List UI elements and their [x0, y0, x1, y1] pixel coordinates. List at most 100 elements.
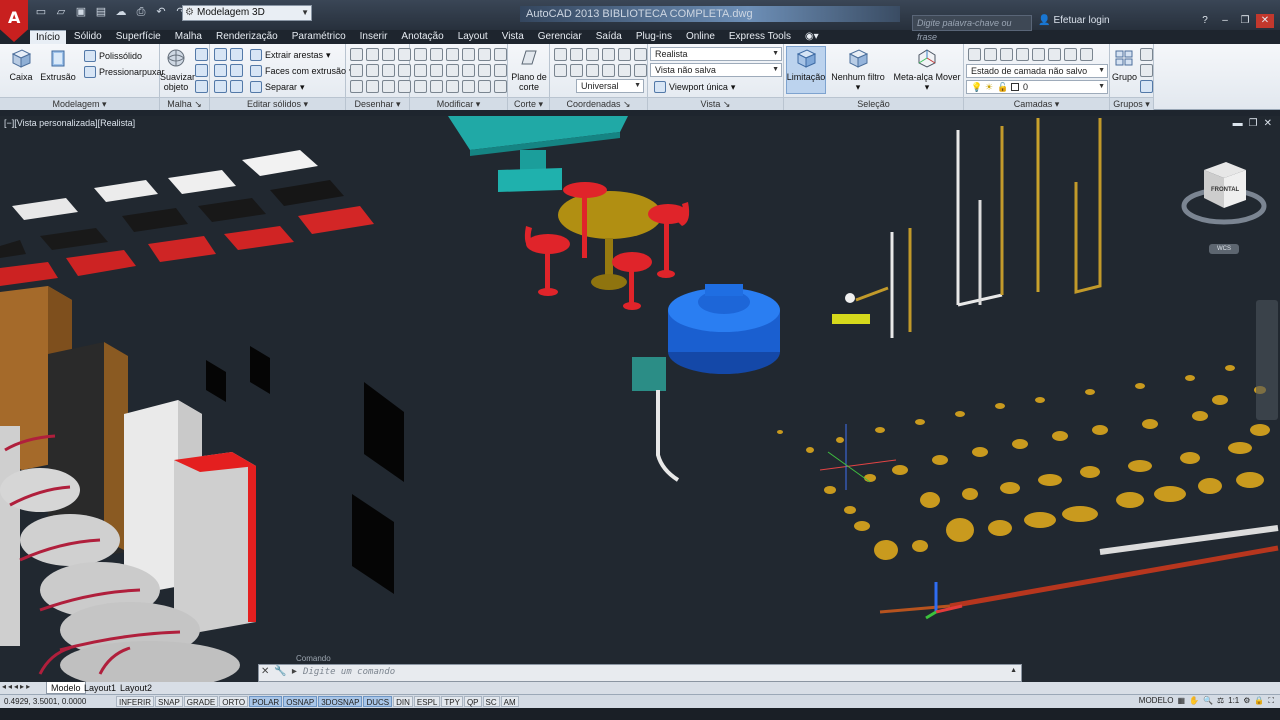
faces-extrusao-button[interactable]: Faces com extrusão ▾ [250, 65, 354, 77]
close-icon[interactable]: ✕ [1256, 14, 1274, 28]
tab-solido[interactable]: Sólido [68, 30, 108, 44]
pressionar-button[interactable]: Pressionarpuxar [84, 66, 165, 78]
chevron-up-icon[interactable]: ▲ [1010, 667, 1017, 674]
maximize-icon[interactable]: ❐ [1249, 118, 1258, 129]
coordinates-readout[interactable]: 0.4929, 3.5001, 0.0000 [4, 697, 86, 706]
wcs-menu[interactable]: WCS [1209, 244, 1239, 254]
polygon-icon[interactable] [350, 80, 363, 93]
panel-title-corte[interactable]: Corte ▾ [508, 97, 549, 110]
status-toggle-3dosnap[interactable]: 3DOSNAP [318, 696, 363, 707]
tab-saida[interactable]: Saída [590, 30, 628, 44]
help-icon[interactable]: ? [1196, 14, 1214, 28]
cloud-icon[interactable]: ☁ [112, 4, 130, 20]
application-menu-button[interactable]: A [0, 0, 28, 42]
tab-renderizacao[interactable]: Renderização [210, 30, 284, 44]
navigation-bar[interactable] [1256, 300, 1278, 420]
ucs-icon[interactable] [554, 48, 567, 61]
erase-icon[interactable] [494, 64, 507, 77]
annotation-scale-value[interactable]: 1:1 [1228, 696, 1239, 706]
pan-icon[interactable]: ✋ [1189, 696, 1199, 706]
thicken-icon[interactable] [230, 80, 243, 93]
edit-icon[interactable] [494, 80, 507, 93]
panel-title-camadas[interactable]: Camadas ▾ [964, 97, 1109, 110]
ungroup-icon[interactable] [1140, 48, 1153, 61]
explode-icon[interactable] [430, 80, 443, 93]
ucs-x-icon[interactable] [634, 48, 647, 61]
command-line[interactable]: ✕ 🔧 ▸ Digite um comando ▲ [258, 664, 1022, 682]
ray-icon[interactable] [366, 64, 379, 77]
move-icon[interactable] [414, 48, 427, 61]
join-icon[interactable] [462, 80, 475, 93]
panel-title-coordenadas[interactable]: Coordenadas ↘ [550, 97, 647, 110]
tab-layout[interactable]: Layout [452, 30, 494, 44]
visual-style-select[interactable]: Realista ▼ [650, 47, 782, 61]
layer-lock-icon[interactable] [1032, 48, 1045, 61]
group-edit-icon[interactable] [1140, 64, 1153, 77]
status-toggle-polar[interactable]: POLAR [249, 696, 283, 707]
ucs-y-icon[interactable] [602, 64, 615, 77]
spline-icon[interactable] [350, 64, 363, 77]
separar-button[interactable]: Separar ▾ [250, 81, 305, 93]
command-input[interactable]: Digite um comando [303, 667, 395, 677]
mirror-icon[interactable] [462, 48, 475, 61]
3d-model-scene[interactable] [0, 116, 1280, 682]
layer-match-icon[interactable] [1048, 48, 1061, 61]
tab-layout2[interactable]: Layout2 [116, 682, 156, 694]
status-toggle-orto[interactable]: ORTO [219, 696, 249, 707]
tab-parametrico[interactable]: Paramétrico [286, 30, 352, 44]
undo-icon[interactable]: ↶ [152, 4, 170, 20]
interfere-icon[interactable] [230, 64, 243, 77]
status-toggle-tpy[interactable]: TPY [441, 696, 463, 707]
ucs-object-icon[interactable] [570, 64, 583, 77]
ucs-origin-icon[interactable] [586, 48, 599, 61]
tab-plugins[interactable]: Plug-ins [630, 30, 678, 44]
polyline-icon[interactable] [366, 48, 379, 61]
tab-gerenciar[interactable]: Gerenciar [532, 30, 588, 44]
ucs-view-icon[interactable] [586, 64, 599, 77]
fillet-icon[interactable] [478, 48, 491, 61]
status-toggle-sc[interactable]: SC [482, 696, 500, 707]
copy-icon[interactable] [414, 64, 427, 77]
save-icon[interactable]: ▣ [72, 4, 90, 20]
search-input[interactable]: Digite palavra-chave ou frase [912, 15, 1032, 42]
quick-view-icon[interactable]: ▦ [1177, 696, 1185, 706]
status-toggle-espl[interactable]: ESPL [413, 696, 441, 707]
ucs-prev-icon[interactable] [634, 64, 647, 77]
annotation-scale-icon[interactable]: ⚖ [1217, 696, 1224, 706]
subtract-icon[interactable] [230, 48, 243, 61]
viewport-controls-label[interactable]: [−][Vista personalizada][Realista] [4, 118, 135, 128]
nenhum-filtro-button[interactable]: Nenhum filtro ▾ [830, 48, 886, 93]
new-file-icon[interactable]: ▭ [32, 4, 50, 20]
ucs-z-icon[interactable] [618, 64, 631, 77]
status-toggle-ducs[interactable]: DUCS [363, 696, 393, 707]
line-icon[interactable] [350, 48, 363, 61]
trim-icon[interactable] [446, 48, 459, 61]
minimize-icon[interactable]: ▬ [1233, 118, 1243, 129]
ucs-3point-icon[interactable] [618, 48, 631, 61]
workspace-select[interactable]: ⚙ Modelagem 3D ▼ [182, 5, 312, 21]
print-icon[interactable]: ⎙ [132, 4, 150, 20]
union-icon[interactable] [214, 48, 227, 61]
close-icon[interactable]: ✕ [1264, 118, 1272, 129]
lock-icon[interactable]: 🔒 [1254, 696, 1264, 706]
layer-walk-icon[interactable] [1080, 48, 1093, 61]
region-icon[interactable] [382, 80, 395, 93]
tab-anotacao[interactable]: Anotação [395, 30, 449, 44]
maximize-icon[interactable]: ❐ [1236, 14, 1254, 28]
break-icon[interactable] [446, 80, 459, 93]
tab-online[interactable]: Online [680, 30, 721, 44]
grupo-button[interactable]: Grupo [1112, 48, 1137, 82]
tab-layout1[interactable]: Layout1 [80, 682, 120, 694]
meta-alca-button[interactable]: Meta-alça Mover ▾ [892, 48, 962, 93]
tab-express-tools[interactable]: Express Tools [723, 30, 797, 44]
extrair-arestas-button[interactable]: Extrair arestas ▾ [250, 49, 331, 61]
suavizar-button[interactable]: Suavizar objeto [160, 48, 195, 92]
panel-title-modelagem[interactable]: Modelagem ▾ [0, 97, 159, 110]
layer-select[interactable]: 💡 ☀ 🔓 0 ▼ [966, 80, 1108, 94]
slice-icon[interactable] [214, 80, 227, 93]
layer-freeze-icon[interactable] [1016, 48, 1029, 61]
ucs-zaxis-icon[interactable] [602, 48, 615, 61]
panel-title-vista[interactable]: Vista ↘ [648, 97, 783, 110]
ucs-face-icon[interactable] [554, 64, 567, 77]
status-toggle-grade[interactable]: GRADE [183, 696, 219, 707]
